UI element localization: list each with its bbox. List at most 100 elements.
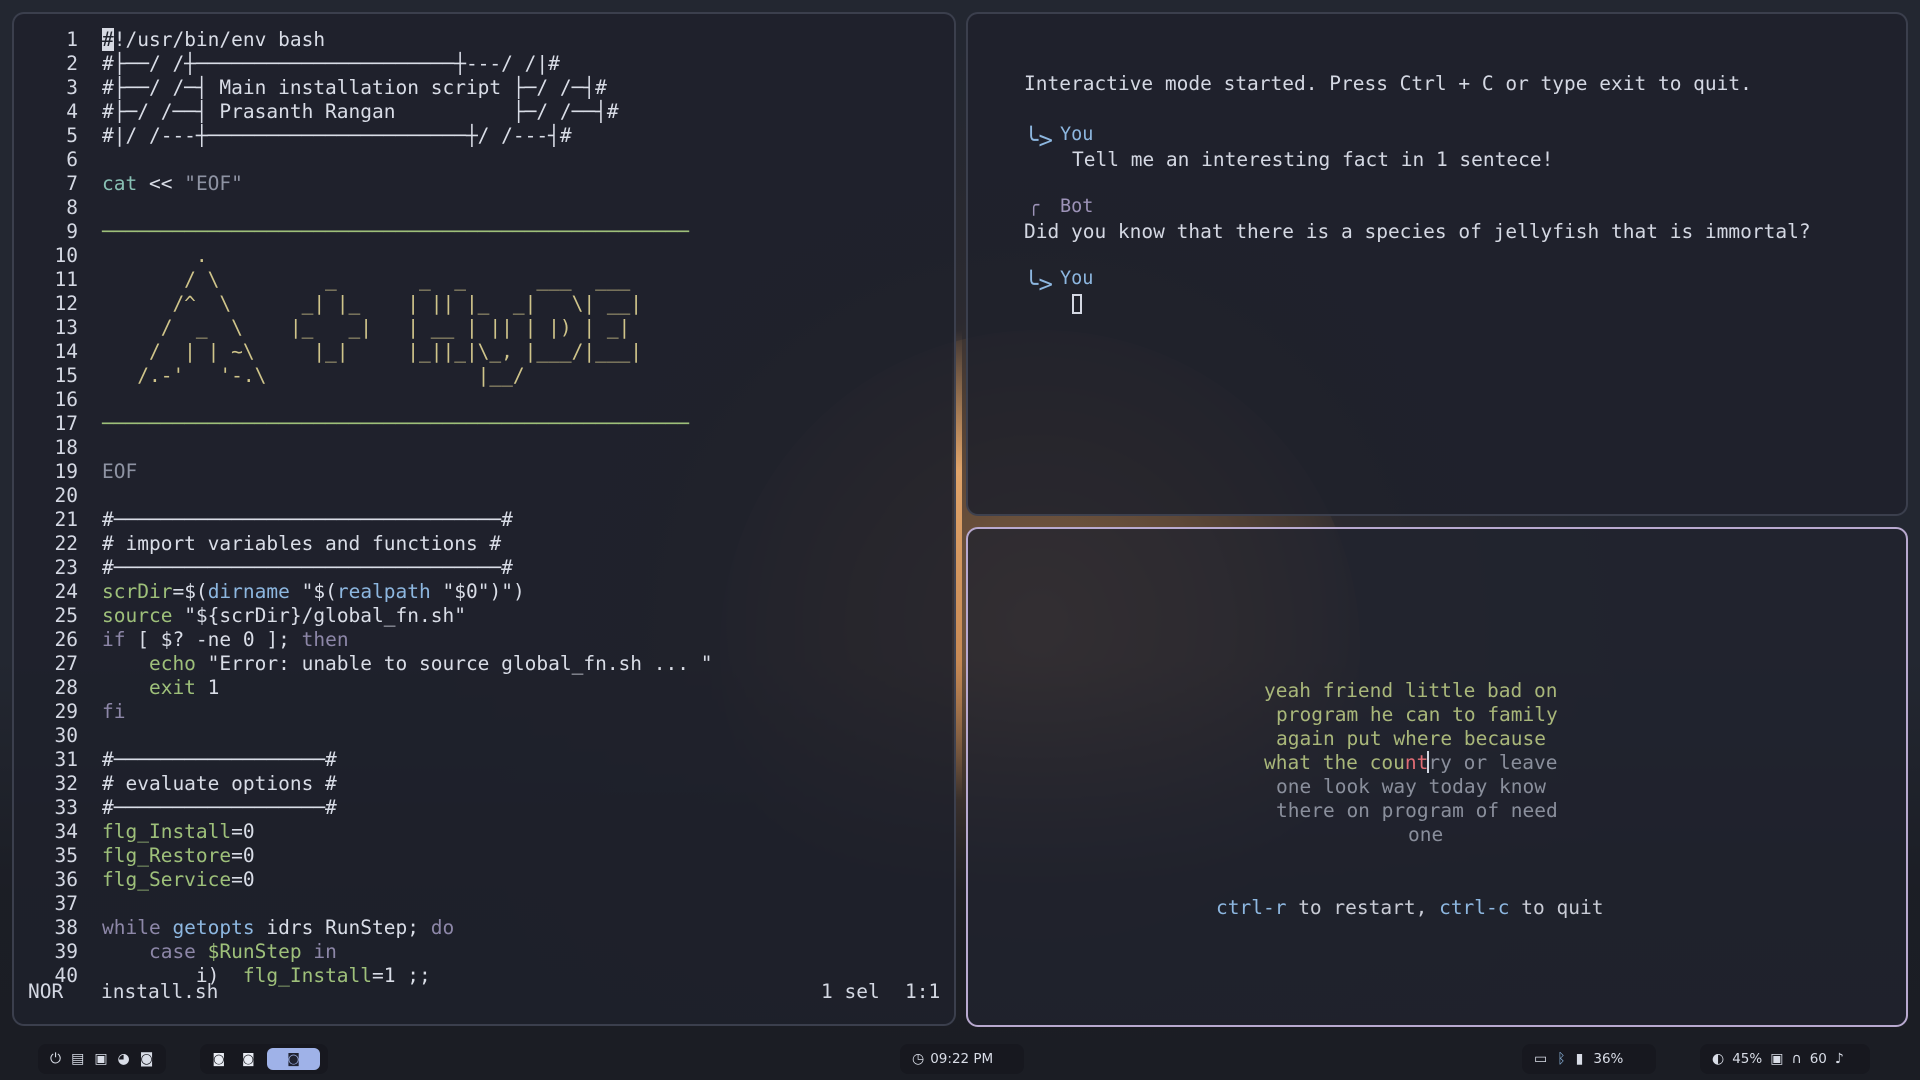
line-number: 31 — [54, 748, 78, 771]
line-number: 8 — [66, 196, 78, 219]
line-number: 22 — [54, 532, 78, 555]
code-line[interactable]: 1 #!/usr/bin/env bash — [14, 28, 954, 52]
line-text: EOF — [102, 460, 137, 484]
brightness-icon[interactable]: ◐ — [1712, 1052, 1724, 1066]
code-line[interactable]: 36 flg_Service=0 — [14, 868, 954, 892]
bot-label: Bot — [1060, 196, 1094, 217]
editor-window[interactable]: 1 #!/usr/bin/env bash 2 #├──/ /┼───────────… — [12, 12, 956, 1026]
line-number: 23 — [54, 556, 78, 579]
code-token: dirname — [207, 580, 290, 603]
code-line[interactable]: 20 — [14, 484, 954, 508]
monitor-icon[interactable]: ▭ — [1534, 1052, 1547, 1066]
code-line[interactable]: 7 cat << "EOF" — [14, 172, 954, 196]
code-line[interactable]: 35 flg_Restore=0 — [14, 844, 954, 868]
line-text: / | | ~\ |_| |_||_|\_, |___/|___| — [102, 340, 642, 364]
code-line[interactable]: 34 flg_Install=0 — [14, 820, 954, 844]
microphone-icon[interactable]: ♪ — [1835, 1052, 1844, 1066]
input-cursor[interactable] — [1072, 294, 1082, 314]
code-line[interactable]: 21 #─────────────────────────────────# — [14, 508, 954, 532]
code-line[interactable]: 11 / \ _ _ _ ___ ___ — [14, 268, 954, 292]
line-text: flg_Service=0 — [102, 868, 255, 892]
code-line[interactable]: 6 — [14, 148, 954, 172]
power-icon[interactable]: ⏻ — [50, 1052, 61, 1066]
line-number: 5 — [66, 124, 78, 147]
workspace-2[interactable]: ◙ — [238, 1048, 260, 1070]
code-token: =0 — [231, 844, 255, 867]
screenshot-icon[interactable]: ▣ — [94, 1052, 107, 1066]
line-number: 37 — [54, 892, 78, 915]
code-line[interactable]: 8 — [14, 196, 954, 220]
code-area[interactable]: 1 #!/usr/bin/env bash 2 #├──/ /┼───────────… — [14, 28, 954, 988]
typing-test-window[interactable]: yeah friend little bad on program he can… — [966, 527, 1908, 1027]
code-line[interactable]: 10 . — [14, 244, 954, 268]
code-line[interactable]: 16 — [14, 388, 954, 412]
you-prompt-icon: ╰> — [1024, 126, 1053, 154]
line-text: flg_Install=0 — [102, 820, 255, 844]
code-line[interactable]: 14 / | | ~\ |_| |_||_|\_, |___/|___| — [14, 340, 954, 364]
code-line[interactable]: 18 — [14, 436, 954, 460]
code-line[interactable]: 27 echo "Error: unable to source global_… — [14, 652, 954, 676]
code-line[interactable]: 24 scrDir=$(dirname "$(realpath "$0")") — [14, 580, 954, 604]
code-line[interactable]: 4 #├─/ /──┤ Prasanth Rangan ├─/ /──┤# — [14, 100, 954, 124]
code-token: "${scrDir}/global_fn.sh" — [172, 604, 466, 627]
code-line[interactable]: 29 fi — [14, 700, 954, 724]
code-token: =0 — [231, 820, 255, 843]
clock-pill[interactable]: ◷ 09:22 PM — [900, 1044, 1024, 1074]
code-line[interactable]: 19 EOF — [14, 460, 954, 484]
interactive-intro: Interactive mode started. Press Ctrl + C… — [1024, 72, 1752, 95]
clipboard-icon[interactable]: ▤ — [71, 1052, 84, 1066]
code-token: << — [137, 172, 185, 195]
line-number: 11 — [54, 268, 78, 291]
line-number: 15 — [54, 364, 78, 387]
code-line[interactable]: 12 /^ \ _| |_ | || |_ _| \| __| — [14, 292, 954, 316]
workspace-3-active[interactable]: ◙ — [267, 1048, 320, 1070]
workspace-1[interactable]: ◙ — [208, 1048, 230, 1070]
code-line[interactable]: 30 — [14, 724, 954, 748]
line-number: 30 — [54, 724, 78, 747]
code-line[interactable]: 9 ───────────────────────────────────────… — [14, 220, 954, 244]
code-line[interactable]: 17 ──────────────────────────────────────… — [14, 412, 954, 436]
code-line[interactable]: 23 #─────────────────────────────────# — [14, 556, 954, 580]
code-line[interactable]: 37 — [14, 892, 954, 916]
line-number: 26 — [54, 628, 78, 651]
code-line[interactable]: 25 source "${scrDir}/global_fn.sh" — [14, 604, 954, 628]
code-line[interactable]: 32 # evaluate options # — [14, 772, 954, 796]
bluetooth-icon[interactable]: ᛒ — [1557, 1052, 1565, 1066]
code-line[interactable]: 38 while getopts idrs RunStep; do — [14, 916, 954, 940]
code-token: case — [102, 940, 196, 963]
code-line[interactable]: 31 #──────────────────# — [14, 748, 954, 772]
word-line-7: one — [1408, 823, 1444, 846]
bot-message: Did you know that there is a species of … — [1024, 220, 1811, 243]
line-text: #├──/ /─┤ Main installation script ├─/ /… — [102, 76, 607, 100]
battery-level: 36% — [1593, 1051, 1624, 1067]
code-line[interactable]: 2 #├──/ /┼──────────────────────┼---/ /|# — [14, 52, 954, 76]
code-token: /.-' '-.\ |__/ — [102, 364, 525, 387]
code-line[interactable]: 28 exit 1 — [14, 676, 954, 700]
code-line[interactable]: 26 if [ $? -ne 0 ]; then — [14, 628, 954, 652]
line-text: / \ _ _ _ ___ ___ — [102, 268, 630, 292]
game-icon[interactable]: ◙ — [140, 1052, 154, 1066]
line-number: 7 — [66, 172, 78, 195]
workspaces-pill: ◙ ◙ ◙ — [200, 1044, 328, 1074]
code-line[interactable]: 5 #|/ /---┼──────────────────────┼/ /---┤… — [14, 124, 954, 148]
code-line[interactable]: 3 #├──/ /─┤ Main installation script ├─/ … — [14, 76, 954, 100]
you-label-2: You — [1060, 268, 1094, 289]
code-token: echo — [102, 652, 196, 675]
code-token: [ $? -ne 0 ]; — [125, 628, 302, 651]
status-line: NOR install.sh 1 sel 1:1 — [14, 977, 954, 1007]
code-line[interactable]: 33 #──────────────────# — [14, 796, 954, 820]
chat-terminal-window[interactable]: Interactive mode started. Press Ctrl + C… — [966, 12, 1908, 516]
code-line[interactable]: 15 /.-' '-.\ |__/ — [14, 364, 954, 388]
line-text: while getopts idrs RunStep; do — [102, 916, 454, 940]
headphones-icon[interactable]: ∩ — [1791, 1052, 1801, 1066]
code-token: "$0")") — [430, 580, 525, 603]
bot-corner-icon: ╭ — [1028, 195, 1040, 216]
display-icon[interactable]: ▣ — [1770, 1052, 1783, 1066]
palette-icon[interactable]: ◕ — [118, 1052, 130, 1066]
line-number: 32 — [54, 772, 78, 795]
line-number: 28 — [54, 676, 78, 699]
code-line[interactable]: 39 case $RunStep in — [14, 940, 954, 964]
restart-hint: to restart, — [1286, 896, 1440, 919]
code-line[interactable]: 13 / _ \ |_ _| | __ | || | |) | _| — [14, 316, 954, 340]
code-line[interactable]: 22 # import variables and functions # — [14, 532, 954, 556]
